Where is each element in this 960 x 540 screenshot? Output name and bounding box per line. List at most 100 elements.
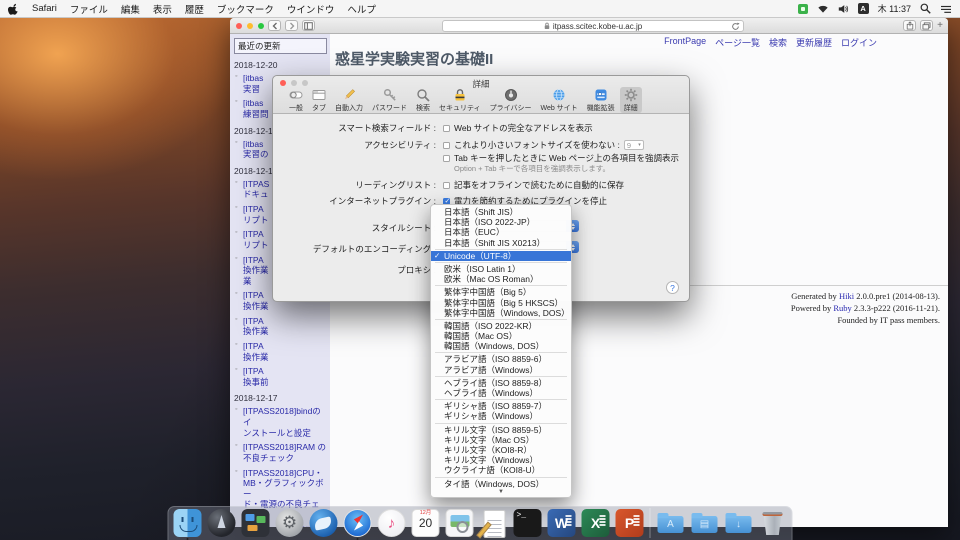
sidebar-item[interactable]: [ITPA 換事前 bbox=[243, 366, 327, 387]
sidebar-item[interactable]: [ITPA 換作業 bbox=[243, 316, 327, 337]
dock-textedit[interactable] bbox=[480, 509, 508, 537]
encoding-menu-item[interactable]: 韓国語（ISO 2022-KR） bbox=[431, 321, 571, 331]
dock-word[interactable]: W bbox=[548, 509, 576, 537]
prefs-tab-advanced[interactable]: 詳細 bbox=[620, 87, 642, 113]
dock-preview[interactable] bbox=[446, 509, 474, 537]
dock-documents-folder[interactable]: ▤ bbox=[691, 509, 719, 537]
encoding-menu-item[interactable]: 日本語（Shift JIS） bbox=[431, 207, 571, 217]
encoding-menu-item[interactable]: ギリシャ語（Windows） bbox=[431, 411, 571, 421]
encoding-menu-item[interactable]: ヘブライ語（ISO 8859-8） bbox=[431, 378, 571, 388]
ruby-link[interactable]: Ruby bbox=[833, 303, 851, 313]
encoding-menu-item[interactable]: 日本語（EUC） bbox=[431, 227, 571, 237]
encoding-menu-item[interactable]: アラビア語（ISO 8859-6） bbox=[431, 354, 571, 364]
forward-button[interactable] bbox=[285, 20, 298, 31]
wiki-nav-link[interactable]: ページ一覧 bbox=[715, 36, 760, 49]
prefs-tab-search[interactable]: 検索 bbox=[412, 87, 434, 113]
dock-itunes[interactable]: ♪ bbox=[378, 509, 406, 537]
dock: ⚙ ♪ 12月20 >_ W X P A ▤ ↓ bbox=[168, 506, 793, 540]
menu-extra-green-icon[interactable] bbox=[798, 4, 808, 14]
encoding-menu-item[interactable]: キリル文字（KOI8-R） bbox=[431, 445, 571, 455]
dock-applications-folder[interactable]: A bbox=[657, 509, 685, 537]
sidebar-toggle-button[interactable] bbox=[302, 20, 315, 31]
prefs-tab-privacy[interactable]: プライバシー bbox=[486, 87, 536, 113]
wiki-nav-link[interactable]: ログイン bbox=[841, 36, 877, 49]
menu-history[interactable]: 履歴 bbox=[185, 2, 204, 16]
encoding-menu-item[interactable]: 韓国語（Windows, DOS） bbox=[431, 341, 571, 351]
sidebar-item[interactable]: [ITPASS2018]RAM の 不良チェック bbox=[243, 442, 327, 463]
prefs-tab-autofill[interactable]: 自動入力 bbox=[331, 87, 367, 113]
prefs-tab-passwords[interactable]: パスワード bbox=[368, 87, 411, 113]
encoding-menu-item[interactable]: 繁体字中国語（Big 5） bbox=[431, 287, 571, 297]
address-bar[interactable]: itpass.scitec.kobe-u.ac.jp bbox=[442, 20, 744, 32]
encoding-menu-item[interactable]: キリル文字（Mac OS） bbox=[431, 435, 571, 445]
dock-system-preferences[interactable]: ⚙ bbox=[276, 509, 304, 537]
encoding-menu-item[interactable]: ギリシャ語（ISO 8859-7） bbox=[431, 401, 571, 411]
input-source-icon[interactable]: A bbox=[858, 3, 869, 14]
dock-safari[interactable] bbox=[344, 509, 372, 537]
menu-bookmarks[interactable]: ブックマーク bbox=[217, 2, 274, 16]
encoding-menu-item[interactable]: キリル文字（Windows） bbox=[431, 455, 571, 465]
prefs-close-button[interactable] bbox=[280, 80, 286, 86]
spotlight-icon[interactable] bbox=[920, 3, 931, 14]
menu-file[interactable]: ファイル bbox=[70, 2, 108, 16]
prefs-tab-tabs[interactable]: タブ bbox=[308, 87, 330, 113]
help-button[interactable]: ? bbox=[666, 281, 679, 294]
prefs-tab-security[interactable]: セキュリティ bbox=[435, 87, 485, 113]
dock-trash[interactable] bbox=[759, 509, 787, 537]
smart-search-checkbox[interactable] bbox=[443, 125, 450, 132]
dock-mission-control[interactable] bbox=[242, 509, 270, 537]
menu-window[interactable]: ウインドウ bbox=[287, 2, 335, 16]
encoding-menu-item[interactable]: 欧米（Mac OS Roman） bbox=[431, 274, 571, 284]
encoding-menu-item[interactable]: アラビア語（Windows） bbox=[431, 365, 571, 375]
apple-menu-icon[interactable] bbox=[8, 3, 19, 15]
sidebar-item[interactable]: [ITPA 換作業 bbox=[243, 341, 327, 362]
tab-highlight-checkbox[interactable] bbox=[443, 155, 450, 162]
dock-thunderbird[interactable] bbox=[310, 509, 338, 537]
prefs-tab-general[interactable]: 一般 bbox=[285, 87, 307, 113]
encoding-menu-item[interactable]: タイ語（Windows, DOS） bbox=[431, 479, 571, 489]
tab-overview-button[interactable] bbox=[920, 20, 933, 31]
close-button[interactable] bbox=[236, 23, 242, 29]
volume-icon[interactable] bbox=[838, 4, 849, 14]
menu-bar-clock[interactable]: 木 11:37 bbox=[878, 2, 911, 15]
prefs-tab-extensions[interactable]: 機能拡張 bbox=[583, 87, 619, 113]
encoding-menu-item[interactable]: 繁体字中国語（Big 5 HKSCS） bbox=[431, 298, 571, 308]
encoding-menu-item[interactable]: キリル文字（ISO 8859-5） bbox=[431, 425, 571, 435]
dock-powerpoint[interactable]: P bbox=[616, 509, 644, 537]
encoding-menu-item[interactable]: 日本語（ISO 2022-JP） bbox=[431, 217, 571, 227]
dock-calendar[interactable]: 12月20 bbox=[412, 509, 440, 537]
dock-downloads-folder[interactable]: ↓ bbox=[725, 509, 753, 537]
encoding-menu-item[interactable]: ウクライナ語（KOI8-U） bbox=[431, 465, 571, 475]
font-size-select[interactable]: 9▾ bbox=[624, 140, 644, 150]
wiki-nav-link[interactable]: 検索 bbox=[769, 36, 787, 49]
min-font-size-checkbox[interactable] bbox=[443, 142, 450, 149]
hiki-link[interactable]: Hiki bbox=[839, 291, 854, 301]
encoding-menu-item[interactable]: Unicode（UTF-8） bbox=[431, 251, 571, 261]
encoding-menu-item[interactable]: 日本語（Shift JIS X0213） bbox=[431, 238, 571, 248]
reload-icon[interactable] bbox=[731, 22, 740, 31]
wiki-nav-link[interactable]: FrontPage bbox=[664, 36, 706, 49]
minimize-button[interactable] bbox=[247, 23, 253, 29]
wiki-nav-link[interactable]: 更新履歴 bbox=[796, 36, 832, 49]
prefs-tab-websites[interactable]: Web サイト bbox=[536, 87, 581, 113]
encoding-menu-item[interactable]: ヘブライ語（Windows） bbox=[431, 388, 571, 398]
menu-edit[interactable]: 編集 bbox=[121, 2, 140, 16]
wifi-icon[interactable] bbox=[817, 4, 829, 13]
encoding-menu-item[interactable]: 欧米（ISO Latin 1） bbox=[431, 264, 571, 274]
menu-help[interactable]: ヘルプ bbox=[347, 2, 376, 16]
zoom-button[interactable] bbox=[258, 23, 264, 29]
back-button[interactable] bbox=[268, 20, 281, 31]
menu-safari[interactable]: Safari bbox=[32, 3, 57, 14]
dock-terminal[interactable]: >_ bbox=[514, 509, 542, 537]
new-tab-button[interactable]: + bbox=[937, 21, 943, 31]
encoding-menu-item[interactable]: 繁体字中国語（Windows, DOS） bbox=[431, 308, 571, 318]
menu-view[interactable]: 表示 bbox=[153, 2, 172, 16]
notification-center-icon[interactable] bbox=[940, 4, 952, 14]
share-button[interactable] bbox=[903, 20, 916, 31]
dock-finder[interactable] bbox=[174, 509, 202, 537]
reading-list-checkbox[interactable] bbox=[443, 182, 450, 189]
dock-excel[interactable]: X bbox=[582, 509, 610, 537]
sidebar-item[interactable]: [ITPASS2018]bindのイ ンストールと設定 bbox=[243, 406, 327, 438]
encoding-menu-item[interactable]: 韓国語（Mac OS） bbox=[431, 331, 571, 341]
dock-launchpad[interactable] bbox=[208, 509, 236, 537]
